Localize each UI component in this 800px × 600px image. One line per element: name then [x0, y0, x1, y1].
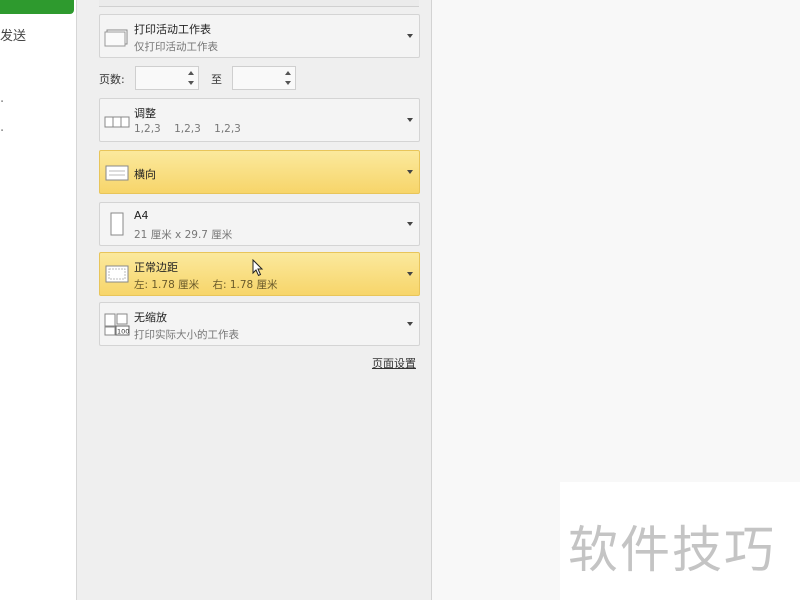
- spin-up-icon[interactable]: [285, 71, 291, 75]
- sidebar-item-dot-2[interactable]: ·: [0, 124, 4, 139]
- margins-icon: [105, 265, 129, 283]
- margins-title: 正常边距: [134, 261, 178, 274]
- sidebar-item-send[interactable]: 发送: [0, 25, 26, 44]
- print-what-title: 打印活动工作表: [134, 23, 211, 36]
- watermark: 软件技巧: [560, 482, 800, 600]
- no-scaling-icon: 100: [104, 313, 130, 336]
- watermark-text: 软件技巧: [568, 521, 776, 579]
- margins-subtitle: 左: 1.78 厘米 右: 1.78 厘米: [134, 279, 278, 291]
- collate-icon: [104, 116, 130, 128]
- print-what-subtitle: 仅打印活动工作表: [134, 41, 218, 53]
- dropdown-arrow-icon: [407, 322, 413, 326]
- pages-row: 页数: 至: [99, 64, 420, 92]
- paper-size-title: A4: [134, 209, 149, 222]
- scaling-dropdown[interactable]: 100 无缩放 打印实际大小的工作表: [99, 302, 420, 346]
- sheet-icon: [104, 29, 128, 47]
- spin-down-icon[interactable]: [285, 81, 291, 85]
- scaling-subtitle: 打印实际大小的工作表: [134, 329, 239, 341]
- collation-subtitle: 1,2,3 1,2,3 1,2,3: [134, 123, 241, 135]
- dropdown-arrow-icon: [407, 34, 413, 38]
- spin-down-icon[interactable]: [188, 81, 194, 85]
- dropdown-arrow-icon: [407, 272, 413, 276]
- orientation-title: 横向: [134, 168, 156, 181]
- pages-label: 页数:: [99, 73, 125, 86]
- sidebar-active-item[interactable]: [0, 0, 74, 14]
- portrait-page-icon: [110, 212, 124, 236]
- paper-size-subtitle: 21 厘米 x 29.7 厘米: [134, 229, 233, 241]
- backstage-sidebar: 发送 · ·: [0, 0, 77, 600]
- collation-dropdown[interactable]: 调整 1,2,3 1,2,3 1,2,3: [99, 98, 420, 142]
- pages-from-input[interactable]: [135, 66, 199, 90]
- dropdown-arrow-icon: [407, 222, 413, 226]
- landscape-icon: [105, 165, 129, 181]
- sidebar-item-dot-1[interactable]: ·: [0, 95, 4, 110]
- page-setup-link[interactable]: 页面设置: [372, 355, 416, 371]
- svg-text:100: 100: [117, 328, 129, 336]
- spin-up-icon[interactable]: [188, 71, 194, 75]
- orientation-dropdown[interactable]: 横向: [99, 150, 420, 194]
- dropdown-arrow-icon: [407, 170, 413, 174]
- paper-size-dropdown[interactable]: A4 21 厘米 x 29.7 厘米: [99, 202, 420, 246]
- printer-dropdown-edge[interactable]: [99, 0, 419, 7]
- collation-title: 调整: [134, 107, 156, 120]
- pages-to-input[interactable]: [232, 66, 296, 90]
- print-what-dropdown[interactable]: 打印活动工作表 仅打印活动工作表: [99, 14, 420, 58]
- pages-to-label: 至: [211, 73, 222, 86]
- print-settings-panel: 打印活动工作表 仅打印活动工作表 页数: 至 调整 1,2,3 1,2,3 1,…: [77, 0, 432, 600]
- dropdown-arrow-icon: [407, 118, 413, 122]
- scaling-title: 无缩放: [134, 311, 167, 324]
- mouse-cursor-icon: [252, 259, 264, 277]
